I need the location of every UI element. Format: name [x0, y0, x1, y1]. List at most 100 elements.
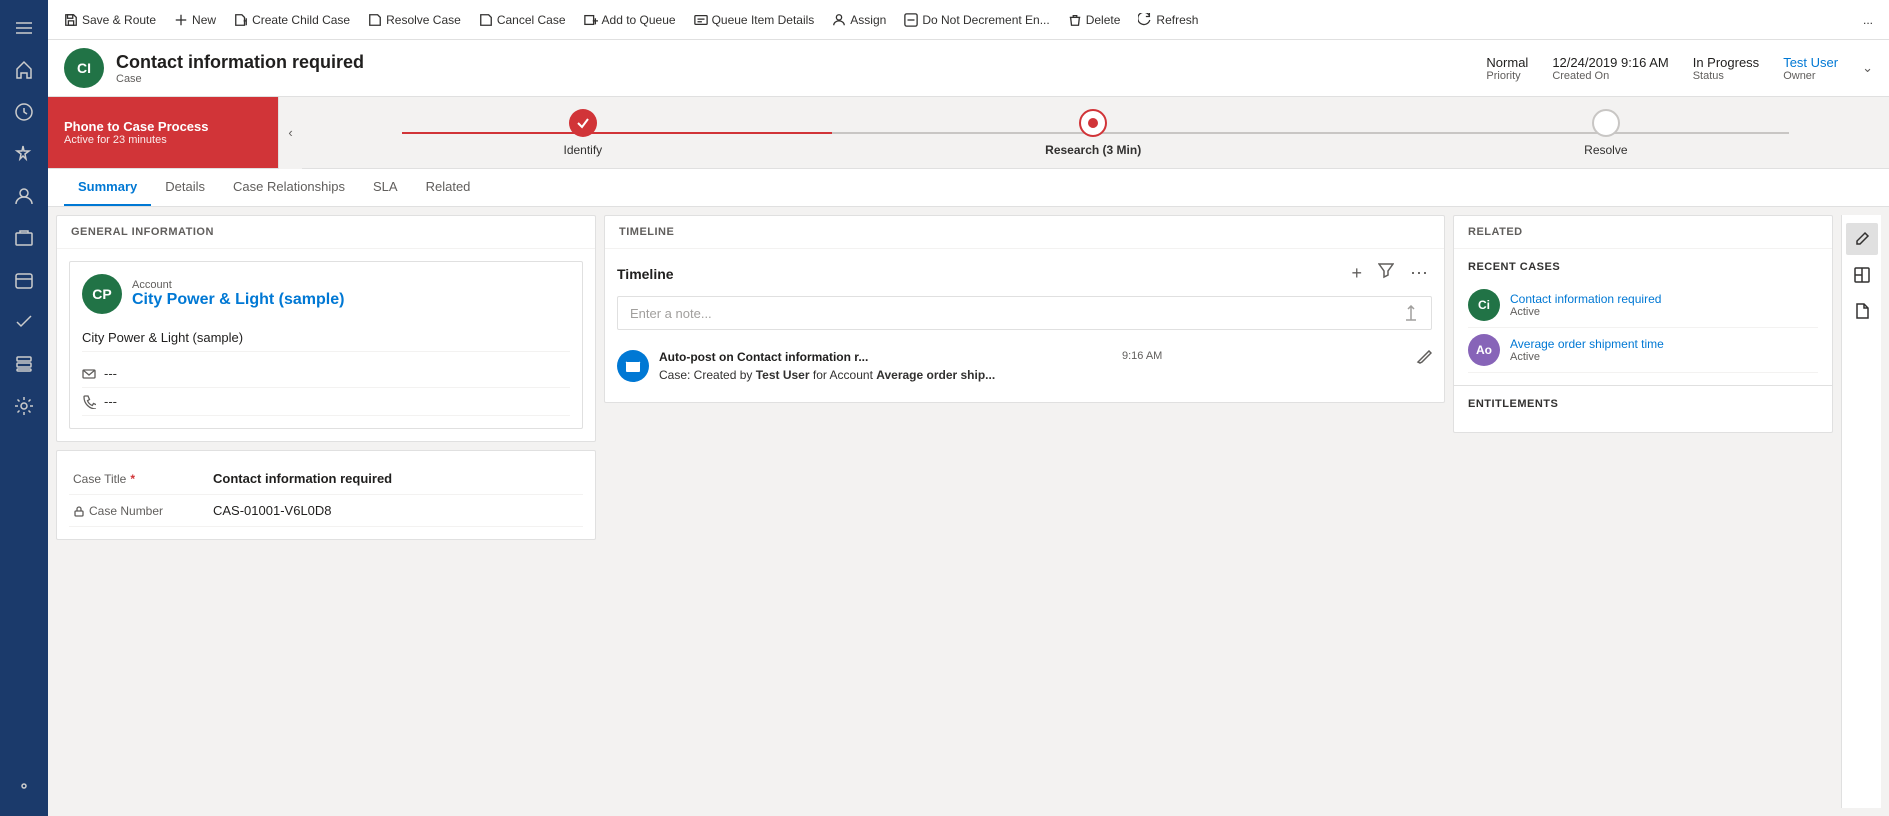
tab-related[interactable]: Related: [412, 169, 485, 206]
add-queue-button[interactable]: Add to Queue: [576, 9, 684, 31]
nav-queue[interactable]: [4, 344, 44, 384]
step-label-resolve: Resolve: [1584, 143, 1627, 157]
panel-center: TIMELINE Timeline + ⋯: [604, 215, 1445, 808]
related-case-1-avatar: Ci: [1468, 289, 1500, 321]
recent-cases-title: RECENT CASES: [1468, 261, 1818, 273]
timeline-entry: Auto-post on Contact information r... 9:…: [617, 342, 1432, 390]
related-case-1-name[interactable]: Contact information required: [1510, 292, 1818, 306]
recent-cases-subsection: RECENT CASES Ci Contact information requ…: [1454, 249, 1832, 385]
account-name[interactable]: City Power & Light (sample): [132, 291, 344, 309]
case-fields-card: Case Title * Contact information require…: [56, 450, 596, 540]
related-case-1-status: Active: [1510, 306, 1818, 318]
timeline-entry-icon: [617, 350, 649, 382]
nav-pinned[interactable]: [4, 134, 44, 174]
timeline-entry-time: 9:16 AM: [1122, 350, 1162, 362]
process-bar-active[interactable]: Phone to Case Process Active for 23 minu…: [48, 97, 278, 168]
timeline-add-button[interactable]: +: [1347, 261, 1366, 286]
related-case-2-name[interactable]: Average order shipment time: [1510, 337, 1818, 351]
timeline-section: Timeline + ⋯ Enter a note...: [605, 249, 1444, 402]
record-avatar: CI: [64, 48, 104, 88]
process-bar-chevron[interactable]: ‹: [278, 97, 302, 169]
process-step-resolve[interactable]: Resolve: [1584, 109, 1627, 157]
panel-left: GENERAL INFORMATION CP Account City Powe…: [56, 215, 596, 808]
nav-menu[interactable]: [4, 8, 44, 48]
case-number-label: Case Number: [73, 504, 213, 518]
timeline-more-button[interactable]: ⋯: [1406, 261, 1432, 286]
related-case-1: Ci Contact information required Active: [1468, 283, 1818, 328]
related-header: RELATED: [1454, 216, 1832, 249]
new-button[interactable]: New: [166, 9, 224, 31]
entitlements-subsection: ENTITLEMENTS: [1454, 386, 1832, 432]
priority-meta: Normal Priority: [1486, 55, 1528, 82]
related-case-2: Ao Average order shipment time Active: [1468, 328, 1818, 373]
sidebar-pencil-btn[interactable]: [1846, 223, 1878, 255]
sidebar-layout-btn[interactable]: [1846, 259, 1878, 291]
nav-cases[interactable]: [4, 260, 44, 300]
tabs-bar: Summary Details Case Relationships SLA R…: [48, 169, 1889, 207]
record-header: CI Contact information required Case Nor…: [48, 40, 1889, 97]
panel-right: RELATED RECENT CASES Ci Contact informat…: [1453, 215, 1833, 808]
record-title-area: Contact information required Case: [116, 52, 1474, 85]
account-phone-value: ---: [104, 394, 117, 409]
account-phone-field: ---: [82, 388, 570, 416]
step-circle-identify: [569, 109, 597, 137]
timeline-actions: + ⋯: [1347, 261, 1432, 286]
record-expand-chevron[interactable]: ⌄: [1862, 60, 1873, 76]
nav-activities[interactable]: [4, 302, 44, 342]
process-steps: Identify Research (3 Min) Resolve: [302, 109, 1889, 157]
entitlements-title: ENTITLEMENTS: [1468, 398, 1818, 410]
related-section: RECENT CASES Ci Contact information requ…: [1454, 249, 1832, 432]
assign-button[interactable]: Assign: [824, 9, 894, 31]
case-title-value: Contact information required: [213, 471, 579, 486]
tab-case-relationships[interactable]: Case Relationships: [219, 169, 359, 206]
more-actions-button[interactable]: ...: [1855, 9, 1881, 31]
timeline-section-header: TIMELINE: [605, 216, 1444, 249]
delete-button[interactable]: Delete: [1060, 9, 1129, 31]
nav-accounts[interactable]: [4, 218, 44, 258]
nav-home[interactable]: [4, 50, 44, 90]
timeline-header-row: Timeline + ⋯: [617, 261, 1432, 286]
cancel-case-button[interactable]: Cancel Case: [471, 9, 574, 31]
case-title-label: Case Title *: [73, 472, 213, 486]
nav-contacts[interactable]: [4, 176, 44, 216]
resolve-case-button[interactable]: Resolve Case: [360, 9, 469, 31]
case-info: Case Title * Contact information require…: [57, 451, 595, 539]
sidebar-doc-btn[interactable]: [1846, 295, 1878, 327]
content-area: GENERAL INFORMATION CP Account City Powe…: [48, 207, 1889, 816]
timeline-note-input[interactable]: Enter a note...: [617, 296, 1432, 330]
nav-recent[interactable]: [4, 92, 44, 132]
process-step-research[interactable]: Research (3 Min): [1045, 109, 1141, 157]
timeline-filter-button[interactable]: [1374, 261, 1398, 286]
refresh-button[interactable]: Refresh: [1130, 9, 1206, 31]
account-email-value: ---: [104, 366, 117, 381]
record-type: Case: [116, 73, 1474, 85]
right-sidebar: [1841, 215, 1881, 808]
related-case-1-info: Contact information required Active: [1510, 292, 1818, 318]
case-title-required: *: [130, 472, 135, 486]
step-label-research: Research (3 Min): [1045, 143, 1141, 157]
tab-summary[interactable]: Summary: [64, 169, 151, 206]
nav-bottom[interactable]: [4, 766, 44, 806]
do-not-decrement-button[interactable]: Do Not Decrement En...: [896, 9, 1057, 31]
timeline-entry-content: Auto-post on Contact information r... 9:…: [659, 350, 1432, 382]
related-card: RELATED RECENT CASES Ci Contact informat…: [1453, 215, 1833, 433]
left-navigation: [0, 0, 48, 816]
tab-details[interactable]: Details: [151, 169, 219, 206]
nav-tools[interactable]: [4, 386, 44, 426]
process-subtitle: Active for 23 minutes: [64, 134, 262, 146]
timeline-title: Timeline: [617, 266, 674, 282]
account-email-field: ---: [82, 360, 570, 388]
child-case-button[interactable]: Create Child Case: [226, 9, 358, 31]
timeline-card: TIMELINE Timeline + ⋯: [604, 215, 1445, 403]
account-info: Account City Power & Light (sample): [132, 279, 344, 309]
process-step-identify[interactable]: Identify: [563, 109, 602, 157]
account-sub-name: City Power & Light (sample): [82, 324, 570, 352]
save-route-button[interactable]: Save & Route: [56, 9, 164, 31]
tab-sla[interactable]: SLA: [359, 169, 412, 206]
account-card: CP Account City Power & Light (sample) C…: [57, 249, 595, 441]
queue-details-button[interactable]: Queue Item Details: [686, 9, 823, 31]
process-bar: Phone to Case Process Active for 23 minu…: [48, 97, 1889, 169]
timeline-entry-title: Auto-post on Contact information r...: [659, 350, 868, 364]
general-info-header: GENERAL INFORMATION: [57, 216, 595, 249]
account-avatar: CP: [82, 274, 122, 314]
